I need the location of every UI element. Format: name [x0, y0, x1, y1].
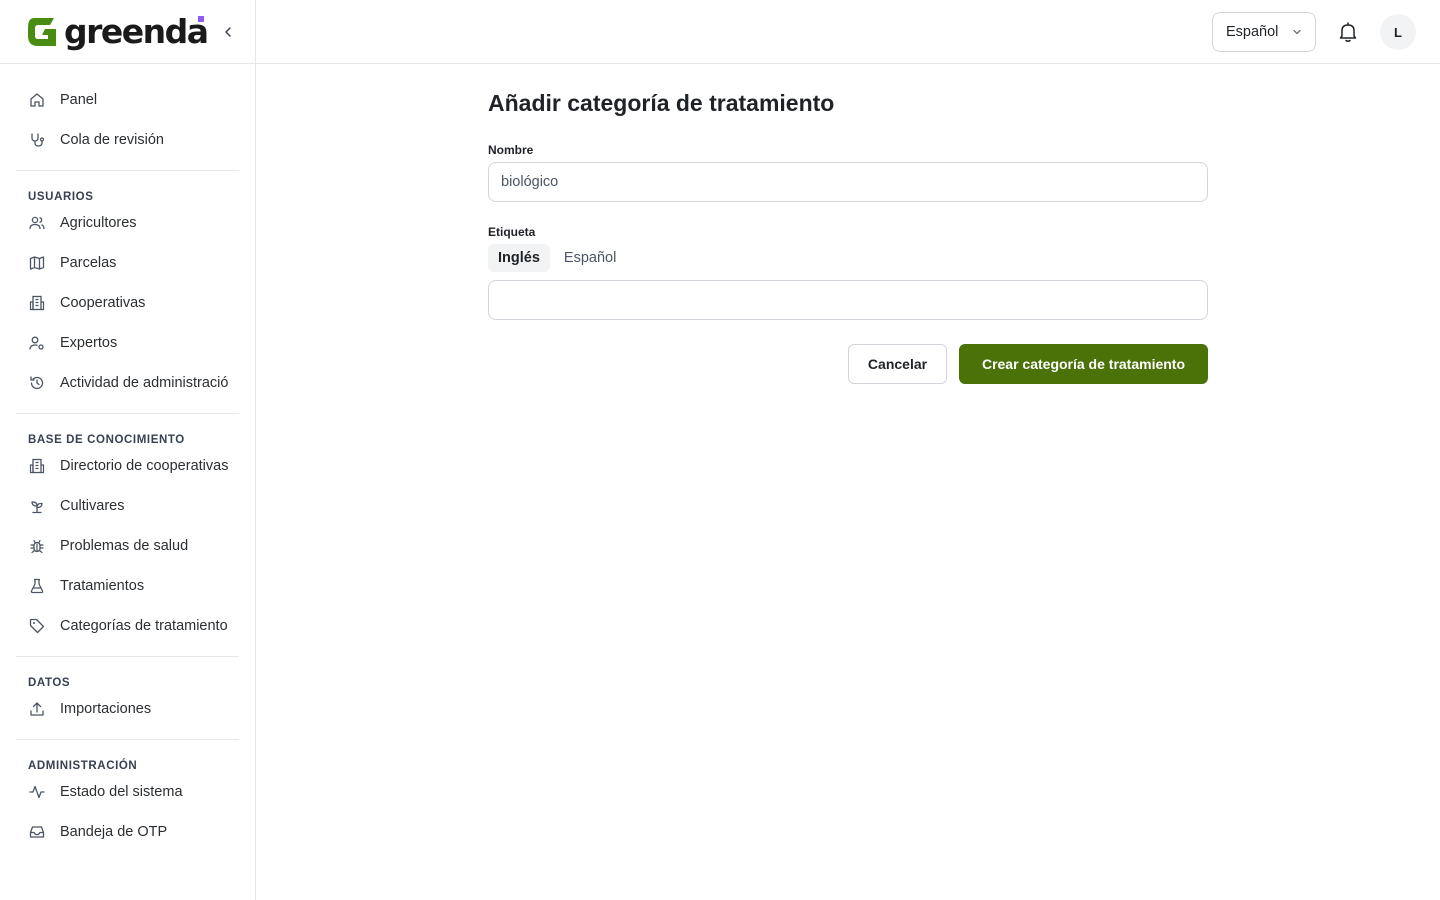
sidebar-item-system-status[interactable]: Estado del sistema [16, 772, 239, 812]
building-icon [28, 457, 46, 475]
bell-icon [1339, 22, 1357, 42]
sidebar-item-cooperatives[interactable]: Cooperativas [16, 283, 239, 323]
sidebar-item-label: Parcelas [60, 255, 117, 271]
sidebar-item-experts[interactable]: Expertos [16, 323, 239, 363]
upload-icon [28, 700, 46, 718]
sidebar-item-farmers[interactable]: Agricultores [16, 203, 239, 243]
history-icon [28, 374, 46, 392]
section-title-knowledge-base: BASE DE CONOCIMIENTO [28, 434, 185, 446]
sidebar-item-label: Cola de revisión [60, 132, 164, 148]
tab-spanish[interactable]: Español [554, 244, 626, 272]
sprout-icon [28, 497, 46, 515]
greenda-logo-mark [28, 17, 56, 46]
avatar[interactable]: L [1380, 14, 1416, 50]
sidebar-item-cultivars[interactable]: Cultivares [16, 486, 239, 526]
logo[interactable]: greenda [28, 12, 209, 51]
language-select-value: Español [1226, 24, 1279, 40]
page-title: Añadir categoría de tratamiento [488, 90, 835, 116]
activity-icon [28, 783, 46, 801]
collapse-sidebar-button[interactable] [218, 22, 238, 42]
sidebar-item-review-queue[interactable]: Cola de revisión [16, 120, 239, 160]
users-icon [28, 214, 46, 232]
sidebar-item-panel[interactable]: Panel [16, 80, 239, 120]
sidebar-item-label: Directorio de cooperativas [60, 458, 228, 474]
sidebar-item-label: Importaciones [60, 701, 152, 717]
cancel-button[interactable]: Cancelar [848, 344, 947, 384]
sidebar-header: greenda [0, 0, 255, 64]
sidebar-item-health-problems[interactable]: Problemas de salud [16, 526, 239, 566]
map-icon [28, 254, 46, 272]
language-tabs: Inglés Español [488, 244, 630, 272]
label-input[interactable] [488, 280, 1208, 320]
divider [16, 413, 239, 414]
sidebar-item-label: Agricultores [60, 215, 137, 231]
sidebar-item-treatment-categories[interactable]: Categorías de tratamiento [16, 606, 239, 646]
topbar: Español L [256, 0, 1440, 64]
bug-icon [28, 537, 46, 555]
name-field-label: Nombre [488, 143, 534, 157]
language-select[interactable]: Español [1212, 12, 1316, 52]
sidebar-item-label: Estado del sistema [60, 784, 183, 800]
section-title-data: DATOS [28, 677, 71, 689]
section-title-administration: ADMINISTRACIÓN [28, 760, 138, 772]
sidebar-item-label: Cooperativas [60, 295, 146, 311]
sidebar: greenda Panel Cola de revisión USUARIOS … [0, 0, 256, 900]
sidebar-item-label: Categorías de tratamiento [60, 618, 228, 634]
sidebar-item-admin-activity[interactable]: Actividad de administración [16, 363, 239, 403]
sidebar-item-otp-inbox[interactable]: Bandeja de OTP [16, 812, 239, 852]
logo-text: greenda [64, 12, 209, 51]
sidebar-item-cooperative-directory[interactable]: Directorio de cooperativas [16, 446, 239, 486]
sidebar-item-label: Tratamientos [60, 578, 145, 594]
sidebar-nav: Panel Cola de revisión USUARIOS Agricult… [0, 64, 255, 852]
sidebar-item-label: Problemas de salud [60, 538, 189, 554]
sidebar-item-label: Expertos [60, 335, 118, 351]
logo-accent-dot [198, 16, 204, 22]
section-title-users: USUARIOS [28, 191, 94, 203]
sidebar-item-label: Cultivares [60, 498, 125, 514]
user-cog-icon [28, 334, 46, 352]
name-input[interactable] [488, 162, 1208, 202]
create-treatment-category-button[interactable]: Crear categoría de tratamiento [959, 344, 1208, 384]
notifications-button[interactable] [1336, 20, 1360, 44]
stethoscope-icon [28, 131, 46, 149]
sidebar-item-label: Bandeja de OTP [60, 824, 168, 840]
sidebar-item-label: Actividad de administración [60, 375, 228, 391]
chevron-down-icon [1293, 29, 1301, 35]
sidebar-item-label: Panel [60, 92, 98, 108]
chevron-left-icon [225, 27, 231, 37]
divider [16, 656, 239, 657]
divider [16, 739, 239, 740]
sidebar-item-imports[interactable]: Importaciones [16, 689, 239, 729]
tab-english[interactable]: Inglés [488, 244, 550, 272]
tag-icon [28, 617, 46, 635]
divider [16, 170, 239, 171]
home-icon [28, 91, 46, 109]
sidebar-item-treatments[interactable]: Tratamientos [16, 566, 239, 606]
inbox-icon [28, 823, 46, 841]
flask-icon [28, 577, 46, 595]
label-field-label: Etiqueta [488, 225, 536, 239]
building-icon [28, 294, 46, 312]
sidebar-item-plots[interactable]: Parcelas [16, 243, 239, 283]
